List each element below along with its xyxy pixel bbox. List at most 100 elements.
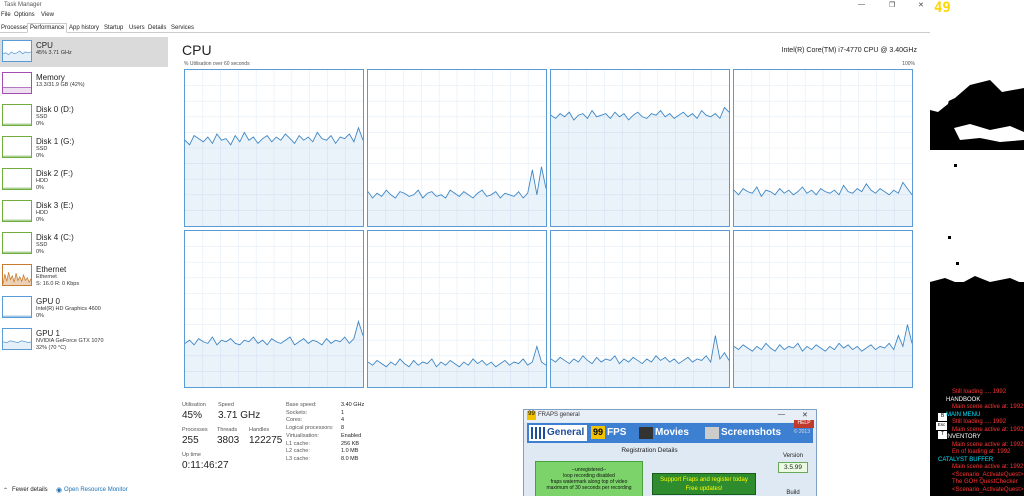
fraps-tab-general[interactable]: General <box>529 425 587 441</box>
sidebar-thumbnail <box>2 232 32 254</box>
cpu-core-graph <box>367 69 547 227</box>
sidebar-thumbnail <box>2 328 32 350</box>
fraps-app-icon: 99 <box>527 411 536 420</box>
sidebar-item-cpu[interactable]: CPU 45% 3.71 GHz <box>0 37 168 67</box>
tab-app-history[interactable]: App history <box>66 23 102 33</box>
speed-value: 3.71 GHz <box>218 410 261 421</box>
sidebar-thumbnail <box>2 200 32 222</box>
minimize-button[interactable]: — <box>858 1 865 8</box>
game-log-line: HANDBOOK <box>946 396 981 403</box>
game-log-line: Main scene active at: 1992 <box>952 464 1024 470</box>
register-button[interactable]: Support Fraps and register today Free up… <box>652 473 756 495</box>
cpu-core-chart <box>551 70 729 226</box>
version-group: Version 3.5.99 <box>774 453 812 473</box>
sidebar-item-detail: Intel(R) HD Graphics 4600 <box>36 306 101 312</box>
cpu-core-graph <box>733 69 913 227</box>
maximize-button[interactable]: ❐ <box>889 1 895 9</box>
sidebar-item-detail: HDD <box>36 210 48 216</box>
sidebar-item-detail: 45% 3.71 GHz <box>36 50 72 56</box>
sidebar-item-detail: SSD <box>36 114 48 120</box>
tab-startup[interactable]: Startup <box>101 23 126 33</box>
sidebar-item-detail: HDD <box>36 178 48 184</box>
sidebar-item-disk-3-e[interactable]: Disk 3 (E:) HDD 0% <box>0 197 168 227</box>
unregistered-line: maximum of 30 seconds per recording <box>546 485 632 491</box>
detail-key: Sockets: <box>286 409 308 416</box>
chevron-up-icon[interactable]: ⌃ <box>3 487 8 494</box>
sidebar-item-gpu-0[interactable]: GPU 0 Intel(R) HD Graphics 4600 0% <box>0 293 168 323</box>
sidebar-item-ethernet[interactable]: Ethernet Ethernet S: 16.0 R: 0 Kbps <box>0 261 168 291</box>
resource-sidebar: CPU 45% 3.71 GHz Memory 13.3/31.9 GB (42%) D… <box>0 37 168 485</box>
detail-key: Virtualisation: <box>286 432 319 439</box>
menu-options[interactable]: Options <box>14 12 35 18</box>
sidebar-item-detail: SSD <box>36 242 48 248</box>
uptime-label: Up time <box>182 452 201 458</box>
sidebar-item-disk-2-f[interactable]: Disk 2 (F:) HDD 0% <box>0 165 168 195</box>
fraps-help-button[interactable]: HELP <box>794 420 814 428</box>
tab-performance[interactable]: Performance <box>27 23 68 33</box>
handles-value: 122275 <box>249 435 283 446</box>
game-log-line: <Scenario_ActivateQuest> <box>952 471 1024 478</box>
detail-key: Cores: <box>286 417 303 424</box>
register-button-sublabel: Free updates! <box>685 486 723 492</box>
detail-key: L2 cache: <box>286 448 310 455</box>
fraps-close-button[interactable]: ✕ <box>802 411 808 419</box>
fraps-title: FRAPS general <box>538 412 580 418</box>
tab-bar: Processes Performance App history Startu… <box>0 22 930 33</box>
sidebar-item-detail: 13.3/31.9 GB (42%) <box>36 82 85 88</box>
tab-details[interactable]: Details <box>145 23 169 33</box>
sidebar-item-gpu-1[interactable]: GPU 1 NVIDIA GeForce GTX 1070 32% (70 °C) <box>0 325 168 355</box>
sidebar-item-label: Disk 3 (E:) <box>36 201 74 210</box>
sidebar-thumbnail <box>2 136 32 158</box>
game-log-line: <Scenario_ActivateQuest> <box>952 486 1024 493</box>
tab-services[interactable]: Services <box>168 23 197 33</box>
sidebar-item-memory[interactable]: Memory 13.3/31.9 GB (42%) <box>0 69 168 99</box>
uptime-value: 0:11:46:27 <box>182 460 229 471</box>
sidebar-item-detail: SSD <box>36 146 48 152</box>
cpu-core-chart <box>185 231 363 387</box>
open-resource-monitor-link[interactable]: Open Resource Monitor <box>64 487 128 493</box>
util-axis-max: 100% <box>902 61 915 67</box>
fraps-tab-screenshots[interactable]: Screenshots <box>703 425 793 441</box>
sidebar-thumbnail <box>2 72 32 94</box>
sidebar-item-detail: NVIDIA GeForce GTX 1070 <box>36 338 104 344</box>
sidebar-item-label: Disk 0 (D:) <box>36 105 74 114</box>
sidebar-item-detail: Ethernet <box>36 274 57 280</box>
key-esc-icon: Esc <box>936 422 947 430</box>
fraps-minimize-button[interactable]: — <box>778 411 785 418</box>
cpu-core-chart <box>551 231 729 387</box>
detail-key: L1 cache: <box>286 440 310 447</box>
cpu-stats: Utilisation 45% Speed 3.71 GHz Processes… <box>182 402 482 482</box>
camera-icon <box>705 427 719 439</box>
game-log-line: MAIN MENU <box>946 411 981 418</box>
game-log-line: Main scene active at: 1992 <box>952 426 1024 433</box>
fraps-tab-movies[interactable]: Movies <box>637 425 701 441</box>
detail-value: 4 <box>341 417 345 424</box>
fps-badge-icon: 99 <box>591 426 605 439</box>
film-icon <box>639 427 653 439</box>
sidebar-item-detail: S: 16.0 R: 0 Kbps <box>36 281 80 287</box>
sidebar-item-detail: 32% (70 °C) <box>36 345 67 351</box>
close-button[interactable]: ✕ <box>918 1 924 9</box>
sidebar-item-disk-0-d[interactable]: Disk 0 (D:) SSD 0% <box>0 101 168 131</box>
menu-file[interactable]: File <box>1 12 11 18</box>
cpu-core-graphs <box>184 69 915 390</box>
cpu-core-graph <box>733 230 913 388</box>
menu-view[interactable]: View <box>41 12 54 18</box>
fraps-title-bar: 99 FRAPS general — ✕ <box>524 410 816 422</box>
detail-key: Logical processors: <box>286 425 334 432</box>
registration-panel: Registration Details --unregistered-- lo… <box>527 445 772 496</box>
fewer-details-link[interactable]: Fewer details <box>12 487 48 493</box>
sidebar-item-disk-1-g[interactable]: Disk 1 (G:) SSD 0% <box>0 133 168 163</box>
sidebar-item-disk-4-c[interactable]: Disk 4 (C:) SSD 0% <box>0 229 168 259</box>
game-log-line: INVENTORY <box>946 434 981 440</box>
cpu-core-chart <box>368 70 546 226</box>
fraps-tab-fps[interactable]: 99 FPS <box>591 425 631 441</box>
detail-value: 8 <box>341 425 345 432</box>
sidebar-item-label: Disk 4 (C:) <box>36 233 74 242</box>
sidebar-thumbnail <box>2 264 32 286</box>
detail-value: Enabled <box>341 432 362 439</box>
cpu-core-graph <box>184 69 364 227</box>
registration-title: Registration Details <box>621 447 678 454</box>
game-view: B Esc T Still loading .... 1992 HANDBOOK M… <box>930 0 1024 496</box>
resource-monitor-icon: ◉ <box>56 487 63 494</box>
